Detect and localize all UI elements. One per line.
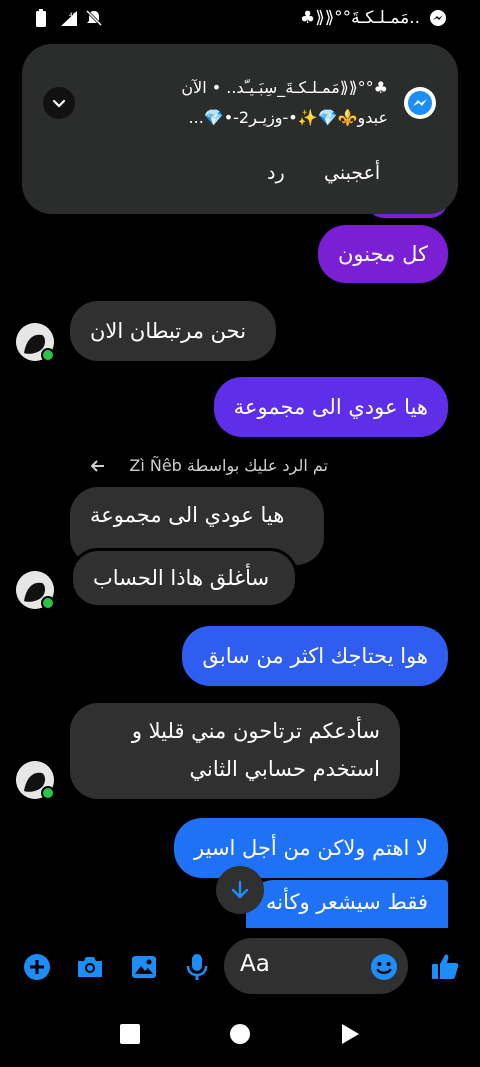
- back-triangle-icon[interactable]: [340, 1022, 360, 1050]
- online-status-dot: [41, 786, 55, 800]
- incoming-message[interactable]: سأغلق هاذا الحساب: [70, 548, 298, 608]
- notification-title: ♣°°⟪⟪مَمـلـكـةَ_سِبَـيـّد.. • الآن: [181, 78, 388, 97]
- plus-icon[interactable]: [20, 950, 54, 984]
- outgoing-message[interactable]: لا اهتم ولاكن من أجل اسير: [174, 818, 448, 878]
- battery-icon: [34, 8, 48, 28]
- message-input-placeholder: Aa: [240, 951, 270, 977]
- microphone-icon[interactable]: [180, 950, 214, 984]
- gallery-icon[interactable]: [127, 950, 161, 984]
- camera-icon[interactable]: [73, 950, 107, 984]
- outgoing-message[interactable]: هوا يحتاجك اكثر من سابق: [182, 626, 448, 686]
- outgoing-message[interactable]: فقط سيشعر وكأنه: [246, 880, 448, 928]
- incoming-message[interactable]: سأدعكم ترتاحون مني قليلا و استخدم حسابي …: [70, 703, 400, 799]
- notification-card[interactable]: ♣°°⟪⟪مَمـلـكـةَ_سِبَـيـّد.. • الآن عبدو⚜…: [22, 44, 458, 214]
- reply-action-button[interactable]: رد: [267, 162, 285, 184]
- outgoing-message[interactable]: كل مجنون: [318, 225, 448, 283]
- home-circle-icon[interactable]: [230, 1024, 250, 1044]
- status-bar: 4G ..مَمـلـكـةَ°°⟪⟪♣: [0, 0, 480, 36]
- reply-notice: تم الرد عليك بواسطة Zì Ñêb: [129, 456, 328, 475]
- network-4g-icon: 4G: [58, 8, 80, 28]
- incoming-message[interactable]: نحن مرتبطان الان: [70, 301, 276, 361]
- arrow-down-icon: [231, 880, 249, 899]
- dnd-icon: [84, 8, 104, 28]
- thumbs-up-icon[interactable]: [428, 950, 462, 984]
- like-action-button[interactable]: أعجبني: [324, 162, 380, 184]
- online-status-dot: [41, 348, 55, 362]
- svg-text:4G: 4G: [69, 12, 78, 19]
- online-status-dot: [41, 596, 55, 610]
- status-bar-title: ..مَمـلـكـةَ°°⟪⟪♣: [300, 8, 420, 28]
- recents-square-icon[interactable]: [120, 1024, 140, 1044]
- system-navigation-bar: [0, 1000, 480, 1067]
- chevron-down-icon[interactable]: [43, 87, 75, 119]
- reply-arrow-icon: [90, 458, 106, 477]
- messenger-icon: [428, 8, 448, 28]
- messenger-icon: [404, 87, 436, 119]
- emoji-icon[interactable]: [367, 950, 401, 984]
- notification-body: عبدو⚜️💎✨•-وزيـر2-•💎...: [188, 108, 388, 127]
- message-line: سأدعكم ترتاحون مني قليلا و: [131, 719, 380, 743]
- scroll-down-button[interactable]: [216, 866, 264, 914]
- outgoing-message[interactable]: هيا عودي الى مجموعة: [213, 377, 448, 437]
- message-line: استخدم حسابي الثاني: [189, 757, 380, 781]
